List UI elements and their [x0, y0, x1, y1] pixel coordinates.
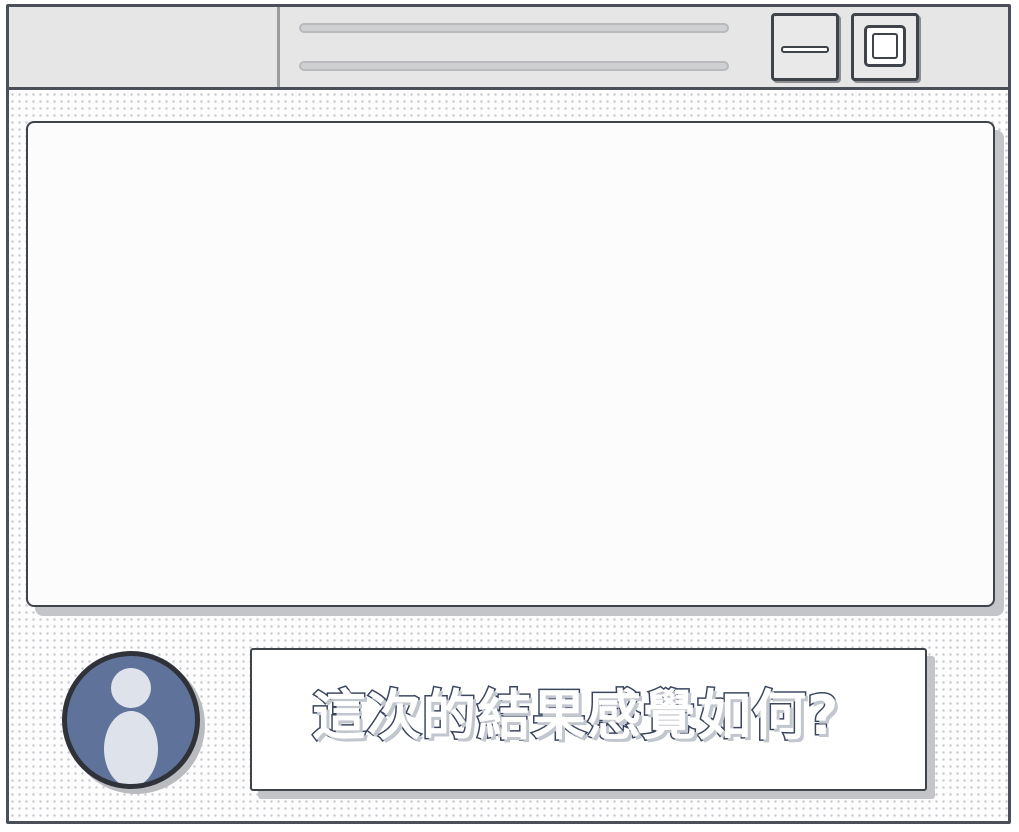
avatar: [62, 651, 200, 789]
minimize-button[interactable]: [771, 13, 839, 81]
app-window: 這次的結果感覺如何?: [6, 4, 1011, 824]
user-silhouette-icon: [111, 668, 151, 708]
title-bar[interactable]: [9, 7, 1008, 90]
minimize-icon: [781, 46, 829, 53]
dialog-box: 這次的結果感覺如何?: [250, 648, 927, 791]
title-placeholder-line: [299, 23, 729, 33]
title-bar-divider: [277, 7, 280, 87]
dialog-text: 這次的結果感覺如何?: [311, 683, 840, 749]
maximize-icon: [864, 25, 906, 67]
title-placeholder-line: [299, 61, 729, 71]
user-silhouette-body: [104, 711, 158, 784]
content-panel: [26, 121, 995, 607]
maximize-button[interactable]: [851, 13, 919, 81]
